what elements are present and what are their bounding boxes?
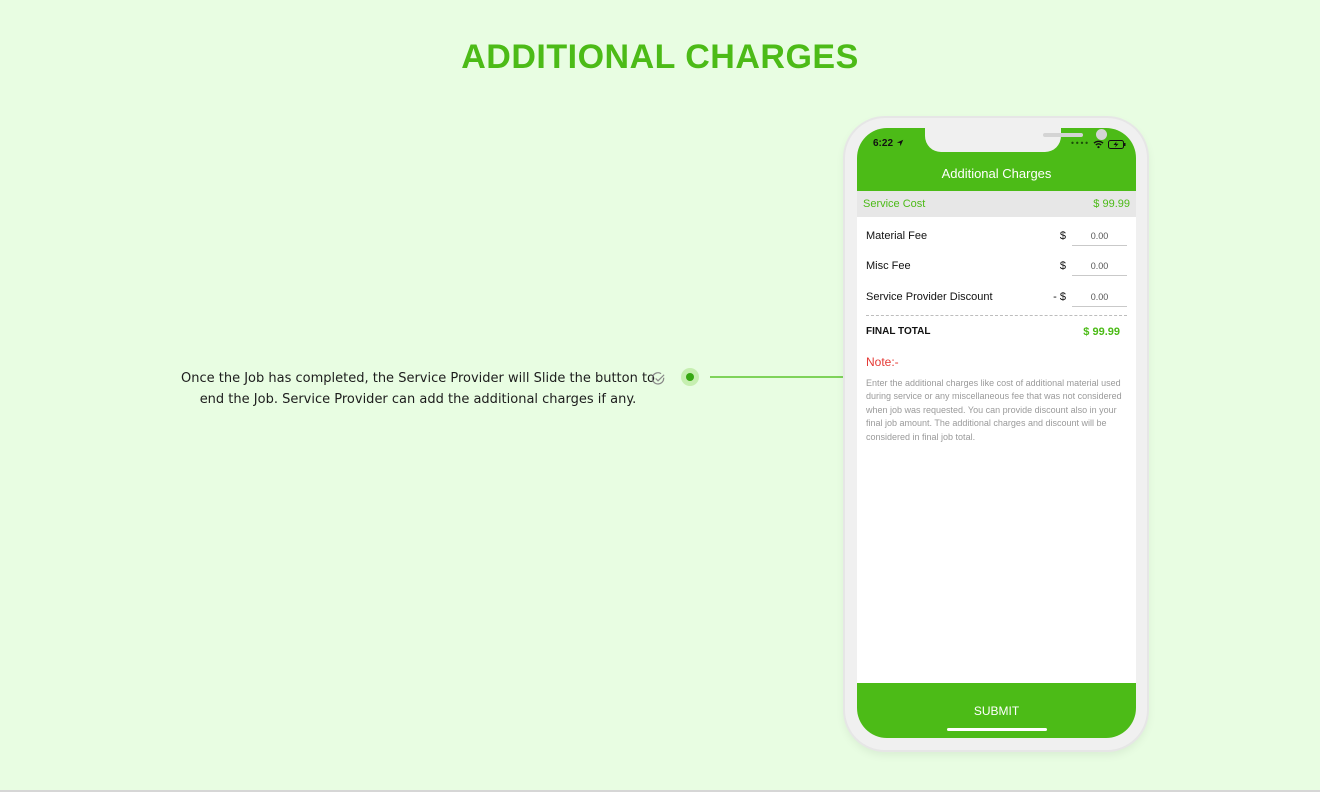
check-circle-icon (651, 372, 665, 385)
wifi-icon (1093, 140, 1104, 148)
feature-description: Once the Job has completed, the Service … (180, 371, 656, 407)
note-label: Note:- (866, 355, 899, 369)
front-camera (1096, 129, 1107, 140)
home-indicator (947, 728, 1047, 731)
status-time: 6:22 (873, 138, 904, 149)
status-icons: •••• (1070, 139, 1126, 149)
misc-fee-currency: $ (1059, 260, 1066, 272)
misc-fee-label: Misc Fee (866, 260, 911, 272)
battery-charging-icon (1108, 139, 1126, 149)
material-fee-currency: $ (1059, 230, 1066, 242)
timeline-dot (681, 368, 699, 386)
app-header: 6:22 •••• Additional Charges (857, 128, 1136, 191)
final-total-value: $ 99.99 (1083, 326, 1120, 338)
discount-row: Service Provider Discount - $ (866, 282, 1127, 312)
speaker-grille (1043, 133, 1083, 137)
final-total-label: FINAL TOTAL (866, 326, 931, 337)
dashed-divider (866, 315, 1127, 316)
location-arrow-icon (896, 139, 903, 147)
material-fee-label: Material Fee (866, 230, 928, 242)
material-fee-row: Material Fee $ (866, 221, 1127, 251)
discount-currency: - $ (1053, 291, 1066, 303)
final-total-row: FINAL TOTAL $ 99.99 (866, 326, 1120, 338)
phone-screen: 6:22 •••• Additional Charges Service Cos… (857, 128, 1136, 738)
material-fee-input[interactable] (1072, 226, 1127, 246)
phone-mockup: 6:22 •••• Additional Charges Service Cos… (845, 118, 1147, 750)
app-title: Additional Charges (941, 166, 1052, 181)
misc-fee-row: Misc Fee $ (866, 251, 1127, 281)
discount-label: Service Provider Discount (866, 291, 993, 303)
service-cost-label: Service Cost (863, 198, 926, 210)
phone-notch (925, 128, 1107, 152)
misc-fee-input[interactable] (1072, 256, 1127, 276)
discount-input[interactable] (1072, 287, 1127, 307)
service-cost-value: $ 99.99 (1093, 198, 1130, 210)
note-text: Enter the additional charges like cost o… (866, 378, 1122, 442)
page-title: ADDITIONAL CHARGES (461, 38, 859, 76)
connector-line (710, 376, 850, 378)
signal-dots-icon: •••• (1070, 139, 1089, 148)
service-cost-row: Service Cost $ 99.99 (857, 191, 1136, 217)
